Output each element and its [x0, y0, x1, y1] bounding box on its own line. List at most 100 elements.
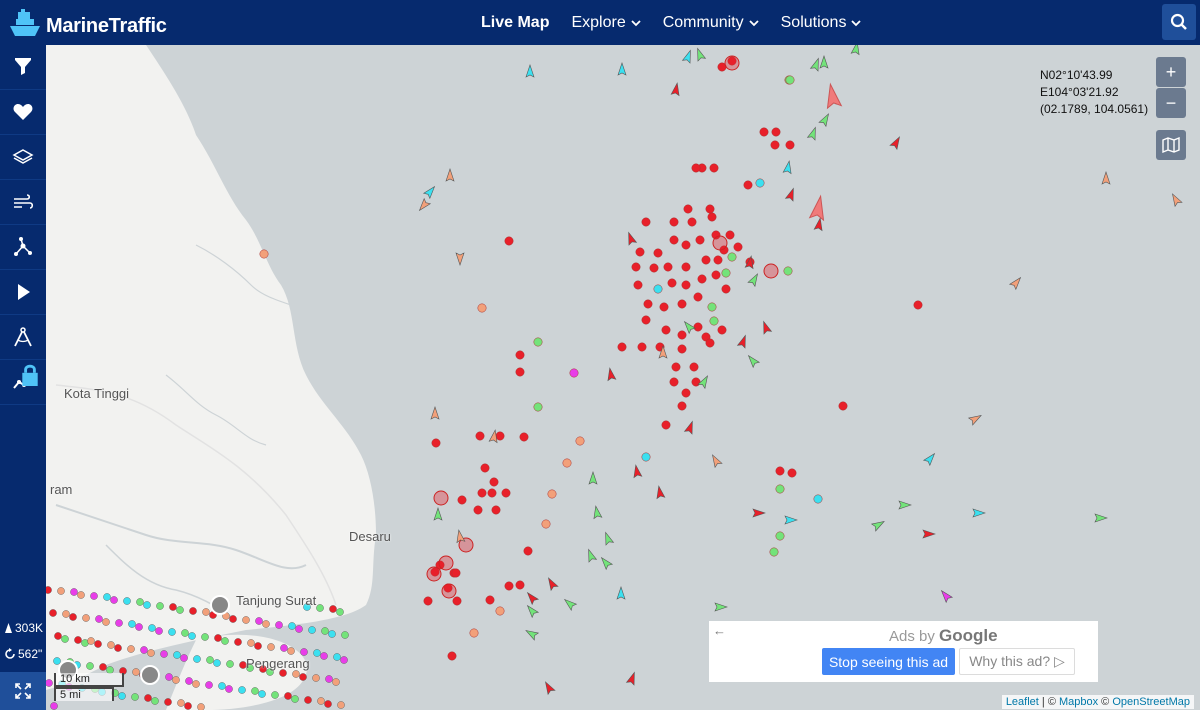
vessel-marker[interactable]	[193, 655, 201, 663]
vessel-marker[interactable]	[625, 231, 638, 246]
ad-back-arrow[interactable]: ←	[713, 623, 726, 638]
vessel-marker[interactable]	[661, 325, 671, 335]
vessel-marker[interactable]	[197, 703, 205, 710]
vessel-marker[interactable]	[416, 197, 432, 213]
logo[interactable]: MarineTraffic	[8, 6, 167, 40]
vessel-marker[interactable]	[455, 529, 466, 544]
vessel-marker[interactable]	[784, 187, 798, 202]
vessel-marker[interactable]	[813, 494, 823, 504]
vessel-marker[interactable]	[889, 135, 903, 151]
vessel-marker[interactable]	[671, 362, 681, 372]
leaflet-link[interactable]: Leaflet	[1006, 696, 1039, 708]
port-marker[interactable]	[210, 595, 230, 615]
vessel-marker[interactable]	[422, 184, 438, 200]
vessel-marker[interactable]	[775, 531, 785, 541]
vessel-marker[interactable]	[229, 615, 237, 623]
vessel-marker[interactable]	[316, 604, 324, 612]
measure-button[interactable]	[0, 315, 46, 360]
vessel-marker[interactable]	[625, 671, 639, 686]
vessel-marker[interactable]	[247, 639, 255, 647]
vessel-marker[interactable]	[477, 488, 487, 498]
vessel-marker[interactable]	[617, 342, 627, 352]
vessel-marker[interactable]	[485, 595, 495, 605]
vessel-marker[interactable]	[271, 691, 279, 699]
vessel-marker[interactable]	[136, 598, 144, 606]
vessel-marker[interactable]	[717, 325, 727, 335]
vessel-marker[interactable]	[140, 646, 148, 654]
vessel-marker[interactable]	[705, 204, 715, 214]
vessel-marker[interactable]	[770, 140, 780, 150]
vessel-marker[interactable]	[695, 235, 705, 245]
vessel-marker[interactable]	[701, 255, 711, 265]
vessel-marker[interactable]	[631, 262, 641, 272]
vessel-marker[interactable]	[288, 622, 296, 630]
vessel-marker[interactable]	[340, 656, 348, 664]
vessel-marker[interactable]	[641, 315, 651, 325]
vessel-marker[interactable]	[733, 242, 743, 252]
vessel-marker[interactable]	[49, 609, 57, 617]
vessel-marker[interactable]	[913, 300, 923, 310]
vessel-marker[interactable]	[763, 263, 779, 279]
vessel-marker[interactable]	[602, 531, 615, 546]
vessel-marker[interactable]	[160, 650, 168, 658]
vessel-marker[interactable]	[588, 471, 598, 485]
vessel-marker[interactable]	[714, 602, 728, 612]
vessel-marker[interactable]	[328, 630, 336, 638]
vessel-marker[interactable]	[62, 610, 70, 618]
vessel-marker[interactable]	[168, 628, 176, 636]
vessel-marker[interactable]	[677, 344, 687, 354]
zoom-in-button[interactable]: +	[1156, 57, 1186, 87]
vessel-marker[interactable]	[819, 55, 829, 69]
vessel-marker[interactable]	[214, 634, 222, 642]
fullscreen-button[interactable]	[0, 672, 46, 710]
weather-button[interactable]	[0, 180, 46, 225]
vessel-marker[interactable]	[255, 617, 263, 625]
vessel-marker[interactable]	[725, 230, 735, 240]
vessel-marker[interactable]	[670, 82, 681, 97]
vessel-marker[interactable]	[691, 377, 701, 387]
vessel-marker[interactable]	[524, 603, 540, 619]
vessel-marker[interactable]	[533, 337, 543, 347]
vessel-marker[interactable]	[681, 240, 691, 250]
vessel-marker[interactable]	[606, 367, 617, 382]
vessel-marker[interactable]	[691, 163, 701, 173]
vessel-marker[interactable]	[1101, 171, 1111, 185]
vessel-marker[interactable]	[870, 518, 886, 532]
vessel-marker[interactable]	[143, 601, 151, 609]
vessel-marker[interactable]	[329, 605, 337, 613]
vessel-marker[interactable]	[667, 278, 677, 288]
vessel-marker[interactable]	[487, 488, 497, 498]
osm-link[interactable]: OpenStreetMap	[1112, 696, 1190, 708]
vessel-marker[interactable]	[683, 420, 697, 435]
vessel-marker[interactable]	[234, 638, 242, 646]
vessel-marker[interactable]	[477, 303, 487, 313]
analytics-button[interactable]	[0, 360, 46, 405]
vessel-marker[interactable]	[110, 596, 118, 604]
vessel-marker[interactable]	[135, 623, 143, 631]
vessel-marker[interactable]	[681, 280, 691, 290]
vessel-marker[interactable]	[709, 316, 719, 326]
vessel-marker[interactable]	[632, 464, 643, 479]
vessel-marker[interactable]	[736, 334, 750, 349]
vessel-marker[interactable]	[292, 670, 300, 678]
vessel-marker[interactable]	[693, 292, 703, 302]
nav-explore[interactable]: Explore	[560, 0, 651, 45]
vessel-marker[interactable]	[221, 637, 229, 645]
vessel-marker[interactable]	[806, 126, 820, 141]
vessel-marker[interactable]	[445, 168, 455, 182]
vessel-marker[interactable]	[515, 367, 525, 377]
vessel-marker[interactable]	[938, 588, 954, 604]
vessel-marker[interactable]	[325, 675, 333, 683]
vessel-marker[interactable]	[669, 217, 679, 227]
vessel-marker[interactable]	[452, 596, 462, 606]
vessel-marker[interactable]	[760, 320, 773, 335]
vessel-marker[interactable]	[694, 47, 707, 62]
vessel-marker[interactable]	[747, 272, 761, 288]
vessel-marker[interactable]	[185, 677, 193, 685]
vessel-marker[interactable]	[433, 490, 449, 506]
vessel-marker[interactable]	[103, 593, 111, 601]
vessel-marker[interactable]	[156, 602, 164, 610]
vessel-marker[interactable]	[585, 548, 598, 563]
vessel-marker[interactable]	[172, 676, 180, 684]
vessel-marker[interactable]	[972, 508, 986, 518]
